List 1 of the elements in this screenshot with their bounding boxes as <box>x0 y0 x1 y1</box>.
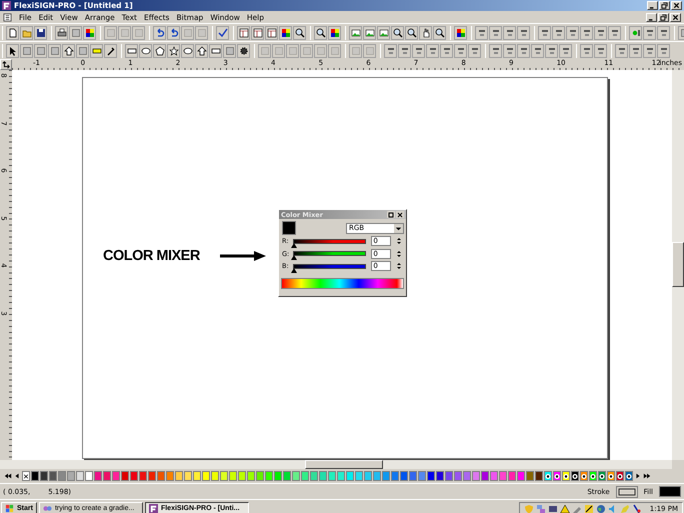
annotation-label: COLOR MIXER <box>103 248 200 264</box>
